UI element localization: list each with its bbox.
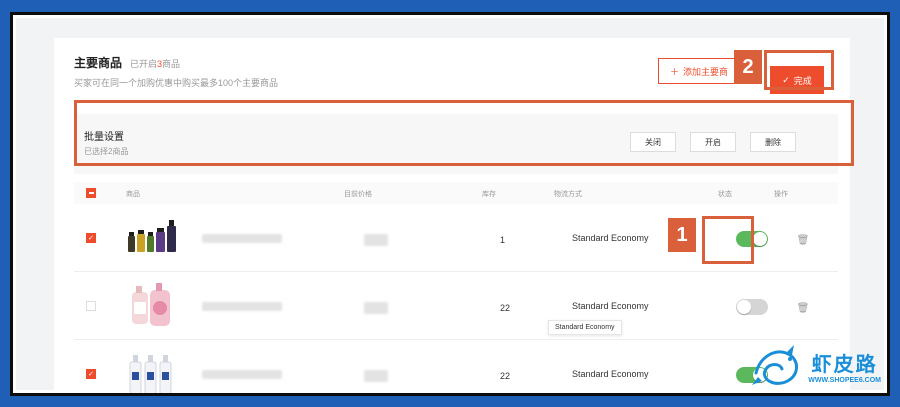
dragon-logo-icon (752, 345, 799, 385)
status-toggle[interactable] (736, 299, 768, 315)
col-price: 目前价格 (344, 191, 372, 198)
product-thumbnail (128, 220, 176, 252)
add-main-product-button[interactable]: ＋ 添加主要商 (658, 58, 740, 84)
add-button-label: 添加主要商 (683, 66, 729, 77)
done-button-highlight (764, 50, 834, 90)
shipping-value: Standard Economy (572, 233, 649, 243)
table-row: ✓ 22 Standard Economy (74, 340, 838, 393)
table-header: 商品 目前价格 库存 物流方式 状态 操作 (74, 182, 838, 204)
callout-badge-2: 2 (734, 50, 762, 84)
trash-icon[interactable]: 🗑 (796, 233, 810, 247)
trash-icon[interactable]: 🗑 (796, 301, 810, 315)
page-canvas: 主要商品 已开启3商品 买家可在同一个加购优惠中购买最多100个主要商品 ＋ 添… (16, 18, 884, 393)
stock-value: 1 (500, 235, 506, 245)
stock-value: 22 (500, 303, 511, 313)
col-product: 商品 (126, 191, 140, 198)
shipping-value: Standard Economy (572, 301, 649, 311)
callout-badge-1: 1 (668, 218, 696, 252)
plus-icon: ＋ (669, 66, 679, 77)
enabled-count: 已开启3商品 (130, 59, 181, 69)
col-status: 状态 (718, 191, 732, 198)
shipping-tooltip: Standard Economy (548, 320, 622, 335)
select-all-checkbox[interactable] (86, 188, 96, 198)
watermark: 虾皮路 WWW.SHOPEE6.COM (750, 343, 881, 389)
product-thumbnail (132, 283, 170, 326)
col-stock: 库存 (482, 191, 496, 198)
screenshot-frame: 主要商品 已开启3商品 买家可在同一个加购优惠中购买最多100个主要商品 ＋ 添… (10, 12, 890, 396)
watermark-url: WWW.SHOPEE6.COM (808, 377, 881, 384)
product-thumbnail (129, 355, 172, 393)
row-checkbox[interactable]: ✓ (86, 233, 96, 243)
col-shipping: 物流方式 (554, 191, 582, 198)
watermark-name: 虾皮路 (811, 354, 878, 376)
main-products-panel: 主要商品 已开启3商品 买家可在同一个加购优惠中购买最多100个主要商品 ＋ 添… (54, 38, 850, 393)
table-row: 22 Standard Economy 🗑 (74, 272, 838, 340)
shipping-value: Standard Economy (572, 369, 649, 379)
price-redacted (364, 234, 388, 246)
price-redacted (364, 302, 388, 314)
stock-value: 22 (500, 371, 511, 381)
col-actions: 操作 (774, 191, 788, 198)
product-name-redacted (202, 234, 282, 243)
page-title: 主要商品 (74, 56, 123, 70)
panel-header: 主要商品 已开启3商品 (74, 54, 180, 71)
row-checkbox[interactable]: ✓ (86, 369, 96, 379)
page-subtitle: 买家可在同一个加购优惠中购买最多100个主要商品 (74, 78, 279, 88)
row-checkbox[interactable] (86, 301, 96, 311)
price-redacted (364, 370, 388, 382)
product-name-redacted (202, 302, 282, 311)
toggle-highlight (702, 216, 754, 264)
product-name-redacted (202, 370, 282, 379)
batch-settings-highlight (74, 100, 854, 166)
